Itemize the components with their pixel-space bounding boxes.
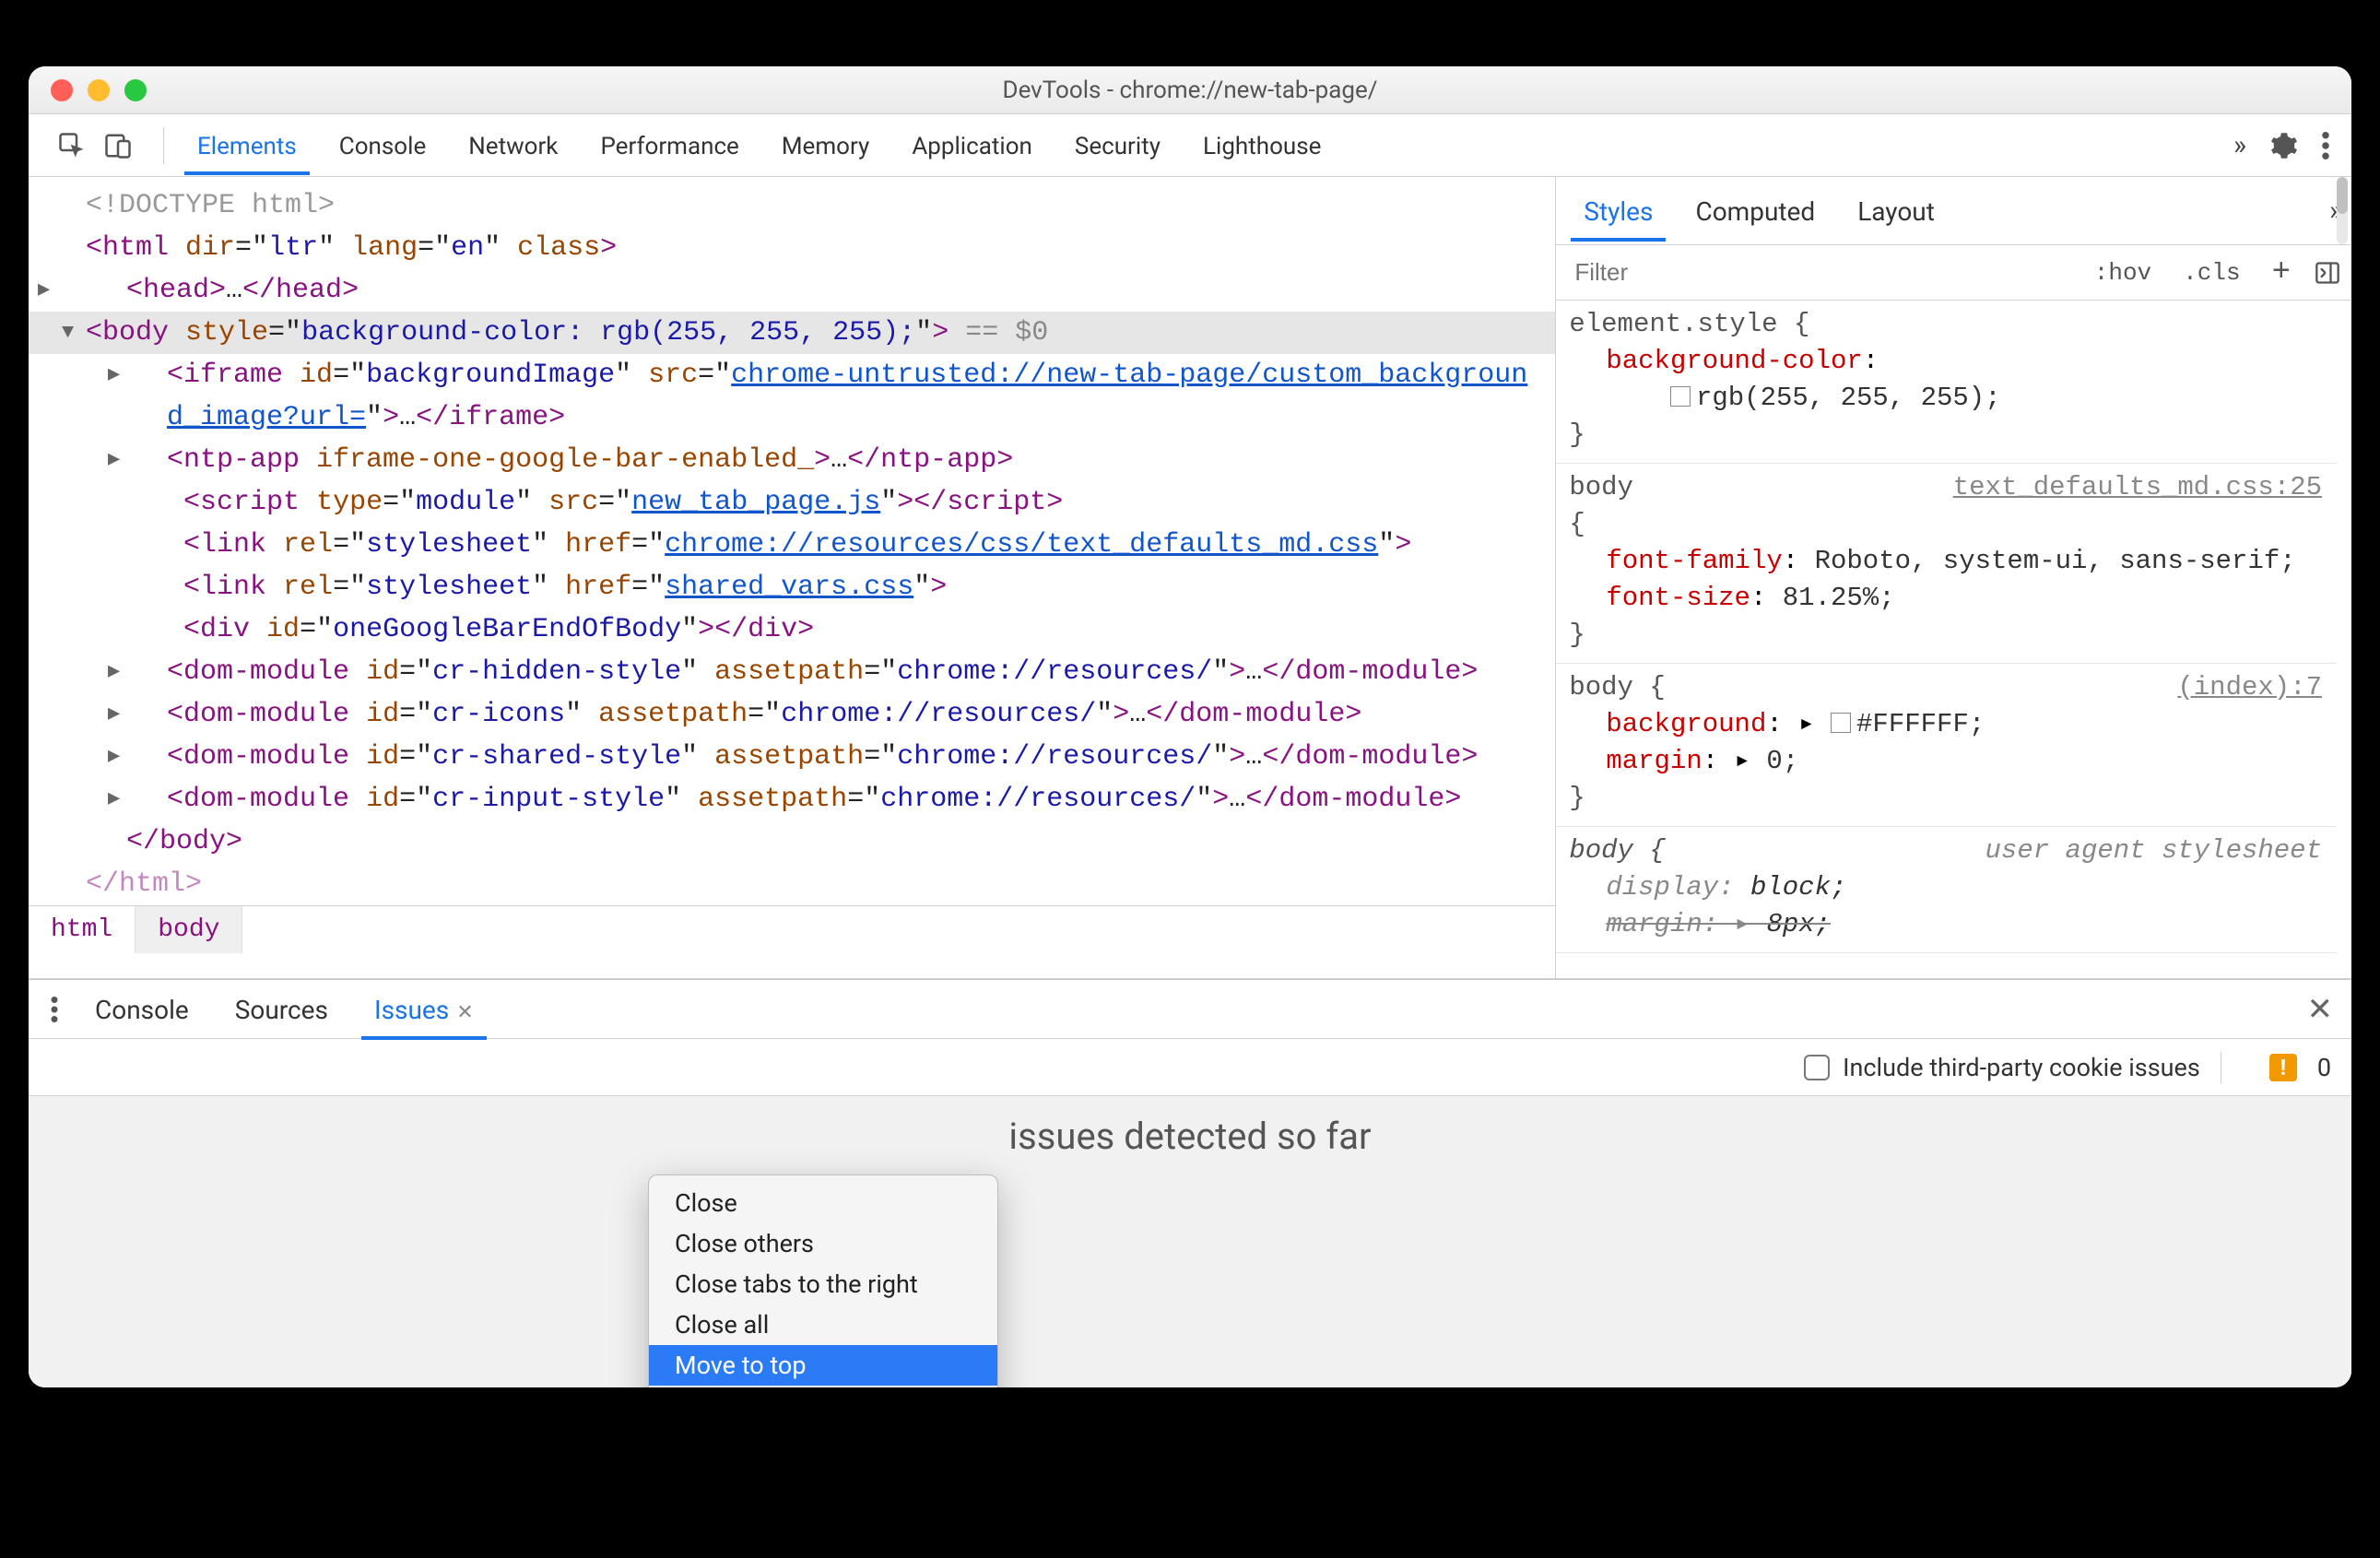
styles-filter-row: :hov .cls +	[1556, 245, 2351, 301]
elements-panel: <!DOCTYPE html> <html dir="ltr" lang="en…	[29, 177, 1556, 978]
dom-row[interactable]: <html dir="ltr" lang="en" class>	[29, 227, 1555, 269]
titlebar: DevTools - chrome://new-tab-page/	[29, 66, 2351, 114]
window-controls	[29, 79, 147, 101]
dom-row-selected[interactable]: ▼<body style="background-color: rgb(255,…	[29, 312, 1555, 354]
issues-body: issues detected so far	[29, 1096, 2351, 1387]
tab-memory[interactable]: Memory	[763, 118, 888, 173]
tab-layout[interactable]: Layout	[1839, 182, 1953, 240]
inspect-icon[interactable]	[58, 132, 86, 159]
ctx-close-all[interactable]: Close all	[649, 1304, 997, 1345]
kebab-menu-icon[interactable]	[2322, 132, 2329, 159]
issues-empty-text: issues detected so far	[1008, 1115, 1371, 1158]
ctx-close-others[interactable]: Close others	[649, 1223, 997, 1264]
style-rule[interactable]: text_defaults_md.css:25 body{ font-famil…	[1556, 464, 2337, 664]
tab-lighthouse[interactable]: Lighthouse	[1184, 118, 1339, 173]
more-tabs-icon[interactable]: »	[2233, 129, 2246, 161]
zoom-window-button[interactable]	[124, 79, 147, 101]
ctx-close[interactable]: Close	[649, 1183, 997, 1223]
tab-network[interactable]: Network	[450, 118, 576, 173]
drawer-tabbar: Console Sources Issues✕ ✕	[29, 980, 2351, 1039]
drawer-kebab-icon[interactable]	[41, 997, 67, 1022]
crumb-body[interactable]: body	[135, 906, 242, 953]
source-link[interactable]: (index):7	[2177, 669, 2322, 706]
source-link[interactable]: text_defaults_md.css:25	[1953, 469, 2322, 506]
drawer-tab-issues[interactable]: Issues✕	[356, 980, 492, 1038]
dom-row[interactable]: ▶<dom-module id="cr-icons" assetpath="ch…	[29, 693, 1555, 736]
issues-warning-icon[interactable]: !	[2269, 1054, 2297, 1081]
drawer-tab-sources[interactable]: Sources	[217, 980, 347, 1038]
tab-console[interactable]: Console	[321, 118, 444, 173]
style-rule[interactable]: (index):7 body { background: ▸ #FFFFFF; …	[1556, 664, 2337, 827]
main-tabbar: Elements Console Network Performance Mem…	[29, 114, 2351, 177]
dom-tree[interactable]: <!DOCTYPE html> <html dir="ltr" lang="en…	[29, 177, 1555, 905]
dom-row[interactable]: ▶<head>…</head>	[29, 269, 1555, 312]
tab-application[interactable]: Application	[893, 118, 1051, 173]
tab-computed[interactable]: Computed	[1677, 182, 1833, 240]
styles-rules[interactable]: element.style { background-color: rgb(25…	[1556, 301, 2351, 978]
dom-row[interactable]: <div id="oneGoogleBarEndOfBody"></div>	[29, 608, 1555, 651]
crumb-html[interactable]: html	[29, 906, 135, 953]
device-toggle-icon[interactable]	[104, 132, 132, 159]
dom-row[interactable]: ▶<dom-module id="cr-shared-style" assetp…	[29, 736, 1555, 778]
issues-count: 0	[2317, 1053, 2331, 1082]
sidebar-toggle-icon[interactable]	[2315, 260, 2340, 286]
scrollbar[interactable]	[2337, 177, 2348, 244]
dom-row[interactable]: <script type="module" src="new_tab_page.…	[29, 481, 1555, 524]
hov-toggle[interactable]: :hov	[2087, 255, 2159, 290]
ua-label: user agent stylesheet	[1985, 832, 2322, 869]
dom-row[interactable]: ▶<dom-module id="cr-input-style" assetpa…	[29, 778, 1555, 820]
tab-context-menu: Close Close others Close tabs to the rig…	[648, 1174, 998, 1387]
close-tab-icon[interactable]: ✕	[456, 1001, 473, 1024]
dom-row[interactable]: </html>	[29, 863, 1555, 905]
tab-security[interactable]: Security	[1056, 118, 1179, 173]
content-split: <!DOCTYPE html> <html dir="ltr" lang="en…	[29, 177, 2351, 979]
ctx-move-to-top[interactable]: Move to top	[649, 1345, 997, 1386]
dom-row[interactable]: </body>	[29, 820, 1555, 863]
styles-panel: Styles Computed Layout » :hov .cls + ele	[1556, 177, 2351, 978]
styles-tabbar: Styles Computed Layout »	[1556, 177, 2351, 245]
ctx-close-right[interactable]: Close tabs to the right	[649, 1264, 997, 1304]
style-rule-ua[interactable]: user agent stylesheet body { display: bl…	[1556, 827, 2337, 953]
cls-toggle[interactable]: .cls	[2175, 255, 2247, 290]
dom-row[interactable]: <!DOCTYPE html>	[29, 184, 1555, 227]
close-window-button[interactable]	[51, 79, 73, 101]
separator	[163, 127, 164, 164]
issues-toolbar: Include third-party cookie issues ! 0	[29, 1039, 2351, 1096]
tab-elements[interactable]: Elements	[179, 118, 315, 173]
tab-performance[interactable]: Performance	[582, 118, 757, 173]
window-title: DevTools - chrome://new-tab-page/	[29, 77, 2351, 104]
breadcrumb: html body	[29, 905, 1555, 953]
dom-row[interactable]: ▶<dom-module id="cr-hidden-style" assetp…	[29, 651, 1555, 693]
include-third-party-toggle[interactable]: Include third-party cookie issues	[1804, 1053, 2200, 1082]
devtools-window: DevTools - chrome://new-tab-page/ Elemen…	[29, 66, 2351, 1387]
dom-row[interactable]: ▶<ntp-app iframe-one-google-bar-enabled_…	[29, 439, 1555, 481]
dom-row[interactable]: ▶<iframe id="backgroundImage" src="chrom…	[29, 354, 1555, 439]
gear-icon[interactable]	[2270, 132, 2298, 159]
drawer-tab-console[interactable]: Console	[77, 980, 207, 1038]
drawer-close-icon[interactable]: ✕	[2307, 991, 2334, 1028]
tab-styles[interactable]: Styles	[1565, 182, 1671, 240]
new-rule-button[interactable]: +	[2265, 252, 2298, 294]
minimize-window-button[interactable]	[88, 79, 110, 101]
dom-row[interactable]: <link rel="stylesheet" href="shared_vars…	[29, 566, 1555, 608]
styles-filter-input[interactable]	[1567, 253, 1724, 292]
style-rule[interactable]: element.style { background-color: rgb(25…	[1556, 301, 2337, 464]
dom-row[interactable]: <link rel="stylesheet" href="chrome://re…	[29, 524, 1555, 566]
drawer: Console Sources Issues✕ ✕ Include third-…	[29, 979, 2351, 1387]
